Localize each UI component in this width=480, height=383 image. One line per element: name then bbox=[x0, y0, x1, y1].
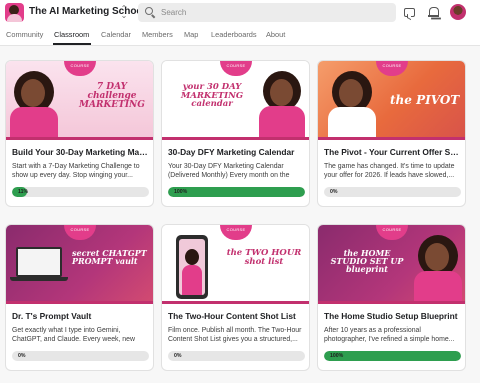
thumbnail-strip bbox=[162, 301, 309, 304]
tab-classroom[interactable]: Classroom bbox=[54, 30, 89, 39]
progress-bar: 0% bbox=[12, 351, 149, 361]
thumbnail-text: secret CHATGPT PROMPT vault bbox=[72, 248, 147, 266]
presenter-photo bbox=[412, 235, 464, 304]
course-card[interactable]: COURSE the TWO HOUR shot list The Two-Ho… bbox=[161, 224, 310, 371]
course-thumbnail: COURSE secret CHATGPT PROMPT vault bbox=[6, 225, 153, 304]
presenter-photo bbox=[326, 71, 378, 140]
community-logo[interactable] bbox=[5, 3, 24, 22]
course-title[interactable]: Build Your 30-Day Marketing Mac... bbox=[12, 147, 150, 157]
course-thumbnail: COURSE your 30 DAY MARKETING calendar bbox=[162, 61, 309, 140]
progress-label: 11% bbox=[18, 188, 29, 195]
course-card[interactable]: COURSE the HOME STUDIO SET UP blueprint … bbox=[317, 224, 466, 371]
progress-label: 0% bbox=[174, 352, 182, 359]
thumbnail-strip bbox=[162, 137, 309, 140]
active-tab-indicator bbox=[53, 43, 91, 45]
course-title[interactable]: Dr. T's Prompt Vault bbox=[12, 311, 150, 321]
user-avatar[interactable] bbox=[450, 4, 466, 20]
notifications-bell-icon[interactable] bbox=[428, 6, 439, 19]
tab-about[interactable]: About bbox=[266, 30, 285, 39]
course-description: Film once. Publish all month. The Two-Ho… bbox=[168, 327, 302, 343]
course-description: Your 30-Day DFY Marketing Calendar (Deli… bbox=[168, 163, 290, 179]
progress-label: 0% bbox=[330, 188, 338, 195]
thumbnail-text: the HOME STUDIO SET UP blueprint bbox=[330, 248, 404, 274]
course-badge: COURSE bbox=[376, 61, 408, 76]
course-card[interactable]: COURSE your 30 DAY MARKETING calendar 30… bbox=[161, 60, 310, 207]
course-badge: COURSE bbox=[220, 61, 252, 76]
thumbnail-text: the PIVOT bbox=[390, 93, 460, 107]
thumbnail-text: 7 DAY challenge MARKETING bbox=[79, 82, 145, 110]
progress-fill bbox=[324, 351, 461, 361]
course-description: The game has changed. It's time to updat… bbox=[324, 163, 455, 179]
progress-label: 100% bbox=[174, 188, 188, 195]
course-badge: COURSE bbox=[376, 225, 408, 240]
search-icon bbox=[145, 7, 153, 15]
thumbnail-strip bbox=[318, 301, 465, 304]
course-title[interactable]: 30-Day DFY Marketing Calendar bbox=[168, 147, 306, 157]
course-card[interactable]: COURSE the PIVOT The Pivot - Your Curren… bbox=[317, 60, 466, 207]
chat-icon[interactable] bbox=[404, 8, 415, 17]
course-title[interactable]: The Two-Hour Content Shot List bbox=[168, 311, 306, 321]
progress-bar: 11% bbox=[12, 187, 149, 197]
progress-fill bbox=[168, 187, 305, 197]
course-thumbnail: COURSE the HOME STUDIO SET UP blueprint bbox=[318, 225, 465, 304]
course-title[interactable]: The Home Studio Setup Blueprint bbox=[324, 311, 462, 321]
progress-bar: 100% bbox=[168, 187, 305, 197]
thumbnail-text: the TWO HOUR shot list bbox=[226, 248, 302, 267]
progress-label: 0% bbox=[18, 352, 26, 359]
thumbnail-strip bbox=[318, 137, 465, 140]
course-badge: COURSE bbox=[64, 61, 96, 76]
course-thumbnail: COURSE the TWO HOUR shot list bbox=[162, 225, 309, 304]
laptop-base bbox=[10, 277, 68, 281]
presenter-photo bbox=[257, 71, 307, 140]
thumbnail-text: your 30 DAY MARKETING calendar bbox=[180, 82, 244, 109]
progress-label: 100% bbox=[330, 352, 344, 359]
phone-image bbox=[176, 235, 208, 299]
nav-tabs: Community Classroom Calendar Members Map… bbox=[0, 26, 480, 46]
course-description: Get exactly what I type into Gemini, Cha… bbox=[12, 327, 135, 343]
course-thumbnail: COURSE 7 DAY challenge MARKETING bbox=[6, 61, 153, 140]
course-thumbnail: COURSE the PIVOT bbox=[318, 61, 465, 140]
tab-members[interactable]: Members bbox=[142, 30, 173, 39]
course-badge: COURSE bbox=[220, 225, 252, 240]
tab-map[interactable]: Map bbox=[184, 30, 198, 39]
thumbnail-strip bbox=[6, 301, 153, 304]
thumbnail-strip bbox=[6, 137, 153, 140]
course-card[interactable]: COURSE secret CHATGPT PROMPT vault Dr. T… bbox=[5, 224, 154, 371]
laptop-image bbox=[16, 247, 62, 277]
presenter-photo bbox=[8, 71, 60, 140]
progress-bar: 0% bbox=[168, 351, 305, 361]
search-input[interactable] bbox=[161, 5, 389, 20]
tab-leaderboards[interactable]: Leaderboards bbox=[211, 30, 257, 39]
course-title[interactable]: The Pivot - Your Current Offer Su... bbox=[324, 147, 462, 157]
community-switcher-chevron-icon[interactable]: ⌃ ⌄ bbox=[119, 5, 129, 21]
tab-community[interactable]: Community bbox=[6, 30, 43, 39]
progress-bar: 0% bbox=[324, 187, 461, 197]
top-bar: The AI Marketing School ⌃ ⌄ bbox=[0, 0, 480, 26]
course-description: After 10 years as a professional photogr… bbox=[324, 327, 455, 343]
course-badge: COURSE bbox=[64, 225, 96, 240]
search-bar[interactable] bbox=[138, 3, 396, 22]
course-card[interactable]: COURSE 7 DAY challenge MARKETING Build Y… bbox=[5, 60, 154, 207]
course-description: Start with a 7-Day Marketing Challenge t… bbox=[12, 163, 140, 179]
progress-bar: 100% bbox=[324, 351, 461, 361]
tab-calendar[interactable]: Calendar bbox=[101, 30, 131, 39]
